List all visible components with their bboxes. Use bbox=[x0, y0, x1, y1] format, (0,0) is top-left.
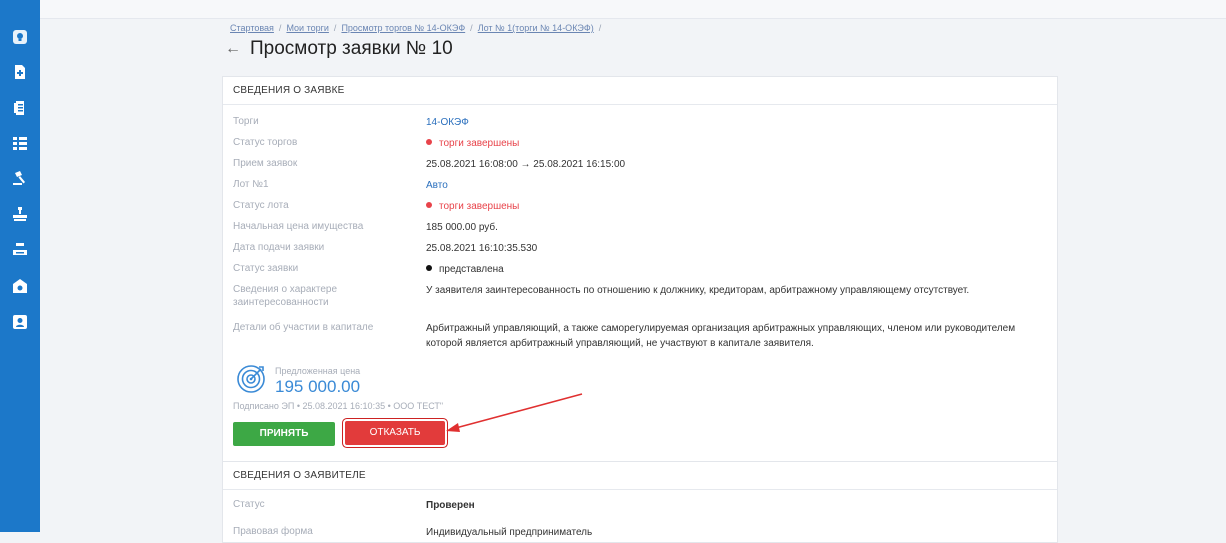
reject-button[interactable]: ОТКАЗАТЬ bbox=[345, 421, 445, 445]
row-label: Статус заявки bbox=[233, 263, 299, 274]
sidebar bbox=[0, 0, 40, 532]
lightbulb-icon[interactable] bbox=[10, 27, 30, 47]
breadcrumb: Стартовая / Мои торги / Просмотр торгов № 14… bbox=[230, 23, 602, 33]
status-badge: торги завершены bbox=[426, 136, 1036, 151]
row-value: 185 000.00 руб. bbox=[426, 222, 498, 233]
auction-alt-icon[interactable] bbox=[10, 240, 30, 260]
applicant-card: СВЕДЕНИЯ О ЗАЯВИТЕЛЕ Статус Проверен Пра… bbox=[222, 461, 1058, 543]
row-value: У заявителя заинтересованность по отноше… bbox=[426, 285, 970, 296]
breadcrumb-home[interactable]: Стартовая bbox=[230, 23, 274, 33]
gavel-icon[interactable] bbox=[10, 168, 30, 188]
signature-info: Подписано ЭП • 25.08.2021 16:10:35 • ООО… bbox=[233, 401, 444, 411]
row-value: Арбитражный управляющий, а также саморег… bbox=[426, 323, 1016, 349]
row-label: Лот №1 bbox=[233, 179, 269, 190]
price-value: 195 000.00 bbox=[275, 377, 361, 396]
arrow-left-icon[interactable]: ← bbox=[222, 38, 244, 60]
row-label: Детали об участии в капитале bbox=[233, 322, 374, 333]
lot-link[interactable]: Авто bbox=[426, 178, 1036, 193]
status-dot-icon bbox=[426, 265, 432, 272]
row-value: Проверен bbox=[426, 500, 475, 511]
list-icon[interactable] bbox=[10, 133, 30, 153]
breadcrumb-my-auctions[interactable]: Мои торги bbox=[286, 23, 328, 33]
status-badge: представлена bbox=[426, 262, 1036, 277]
page-title: Просмотр заявки № 10 bbox=[250, 38, 453, 59]
application-card: СВЕДЕНИЯ О ЗАЯВКЕ Торги 14-ОКЭФ Статус т… bbox=[222, 76, 1058, 463]
document-list-icon[interactable] bbox=[10, 98, 30, 118]
profile-card-icon[interactable] bbox=[10, 312, 30, 332]
building-icon[interactable] bbox=[10, 276, 30, 296]
auction-link[interactable]: 14-ОКЭФ bbox=[426, 115, 1036, 130]
row-value: 25.08.2021 16:10:35.530 bbox=[426, 243, 538, 254]
applicant-header: СВЕДЕНИЯ О ЗАЯВИТЕЛЕ bbox=[223, 462, 1057, 490]
title-row: ← Просмотр заявки № 10 bbox=[222, 38, 453, 60]
auction-icon[interactable] bbox=[10, 204, 30, 224]
offered-price: Предложенная цена 195 000.00 bbox=[235, 363, 360, 400]
row-value: 25.08.2021 16:08:00 → 25.08.2021 16:15:0… bbox=[426, 159, 626, 170]
row-label: Статус bbox=[233, 499, 265, 510]
row-label: Дата подачи заявки bbox=[233, 242, 325, 253]
status-badge: торги завершены bbox=[426, 199, 1036, 214]
application-header: СВЕДЕНИЯ О ЗАЯВКЕ bbox=[223, 77, 1057, 105]
top-bar bbox=[0, 0, 1226, 19]
row-label: Начальная цена имущества bbox=[233, 221, 364, 232]
document-add-icon[interactable] bbox=[10, 62, 30, 82]
breadcrumb-auction-view[interactable]: Просмотр торгов № 14-ОКЭФ bbox=[341, 23, 465, 33]
target-icon bbox=[235, 363, 267, 400]
row-value: Индивидуальный предприниматель bbox=[426, 527, 593, 538]
row-label: Торги bbox=[233, 116, 259, 127]
row-label: Статус лота bbox=[233, 200, 289, 211]
row-label: Статус торгов bbox=[233, 137, 298, 148]
row-label: Прием заявок bbox=[233, 158, 298, 169]
accept-button[interactable]: ПРИНЯТЬ bbox=[233, 422, 335, 446]
breadcrumb-lot[interactable]: Лот № 1(торги № 14-ОКЭФ) bbox=[478, 23, 594, 33]
price-label: Предложенная цена bbox=[275, 366, 361, 376]
row-label: Сведения о характере заинтересованности bbox=[233, 284, 338, 308]
status-dot-icon bbox=[426, 202, 432, 209]
status-dot-icon bbox=[426, 139, 432, 146]
